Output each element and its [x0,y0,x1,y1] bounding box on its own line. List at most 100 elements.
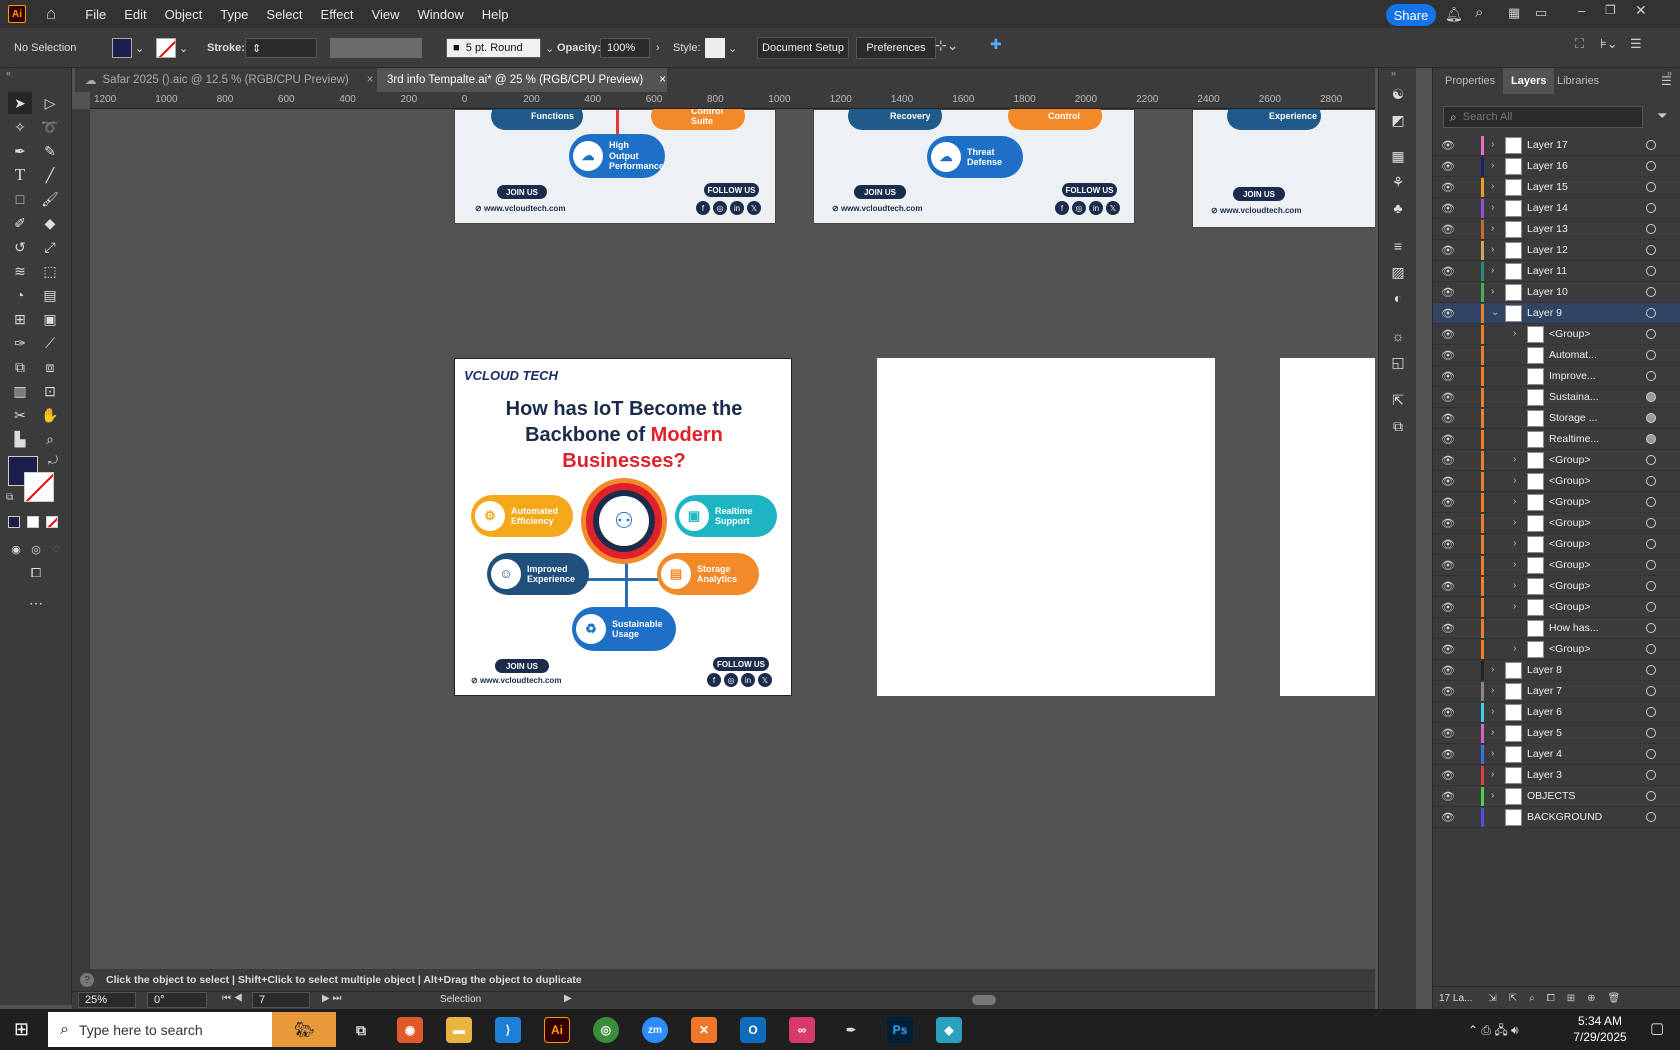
windows-start-icon[interactable]: ⊞ [14,1019,29,1040]
layer-target-icon[interactable] [1646,581,1656,591]
chevron-down-icon[interactable]: ⌄ [1491,307,1499,318]
notifications-icon[interactable]: ▢ [1650,1019,1664,1037]
chevron-right-icon[interactable]: › [1491,223,1494,234]
layer-target-icon[interactable] [1646,161,1656,171]
layer-row[interactable]: 👁︎ Improve... [1433,366,1680,387]
scale-tool-icon[interactable]: ⤢ [38,236,62,258]
layer-row[interactable]: 👁︎ › <Group> [1433,555,1680,576]
layer-target-icon[interactable] [1646,329,1656,339]
gradient-panel-icon[interactable]: ▨ [1388,262,1408,282]
visibility-eye-icon[interactable]: 👁︎ [1441,622,1455,635]
layer-row[interactable]: 👁︎ › Layer 4 [1433,744,1680,765]
visibility-eye-icon[interactable]: 👁︎ [1441,790,1455,803]
visibility-eye-icon[interactable]: 👁︎ [1441,685,1455,698]
chevron-right-icon[interactable]: › [1491,706,1494,717]
artboard-top-2[interactable]: Recovery Control ☁ Threat Defense JOIN US… [813,109,1135,224]
layer-target-icon[interactable] [1646,791,1656,801]
tab-3rd-info-template[interactable]: 3rd info Tempalte.ai* @ 25 % (RGB/CPU Pr… [377,68,667,92]
layer-row[interactable]: 👁︎ Automat... [1433,345,1680,366]
selection-tool-icon[interactable]: ➤ [8,92,32,114]
type-tool-icon[interactable]: T [8,164,32,186]
color-panel-icon[interactable]: ☯ [1388,84,1408,104]
layer-row[interactable]: 👁︎ › Layer 17 [1433,135,1680,156]
paintbrush-tool-icon[interactable]: 🖌︎ [38,188,62,210]
tab-libraries[interactable]: Libraries [1549,68,1607,94]
layer-target-icon[interactable] [1646,224,1656,234]
locate-object-icon[interactable]: ⌕ [1529,993,1535,1004]
hand-tool-icon[interactable]: ✋ [38,404,62,426]
visibility-eye-icon[interactable]: 👁︎ [1441,307,1455,320]
artboard-top-1[interactable]: Functions Control Suite ☁ High Output Per… [454,109,776,224]
stroke-swatch[interactable] [156,38,176,58]
visibility-eye-icon[interactable]: 👁︎ [1441,727,1455,740]
menu-item-select[interactable]: Select [257,7,311,22]
xampp-icon[interactable]: ✕ [691,1017,717,1043]
layer-row[interactable]: 👁︎ › Layer 13 [1433,219,1680,240]
chevron-right-icon[interactable]: › [1491,181,1494,192]
menu-item-file[interactable]: File [76,7,115,22]
layer-target-icon[interactable] [1646,350,1656,360]
artboard-top-3[interactable]: Experience JOIN US ⊘ www.vcloudtech.com [1192,109,1375,228]
swap-colors-icon[interactable]: ⤾ [48,453,58,468]
layer-target-icon[interactable] [1646,392,1656,402]
mesh-tool-icon[interactable]: ⊞ [8,308,32,330]
make-clipping-mask-icon[interactable]: ⧠ [1547,993,1555,1004]
transparency-icon[interactable]: ◐ [1388,288,1408,308]
layer-target-icon[interactable] [1646,644,1656,654]
layer-row[interactable]: 👁︎ › Layer 12 [1433,240,1680,261]
chevron-right-icon[interactable]: › [1513,538,1516,549]
default-colors-icon[interactable]: ⧉ [6,492,13,503]
chevron-right-icon[interactable]: › [1491,790,1494,801]
layer-target-icon[interactable] [1646,308,1656,318]
visibility-eye-icon[interactable]: 👁︎ [1441,664,1455,677]
next-artboard-icon[interactable]: ▶ ⏭ [322,993,341,1004]
layer-row[interactable]: 👁︎ › <Group> [1433,597,1680,618]
symbol-sprayer-tool-icon[interactable]: ⧈ [38,356,62,378]
visibility-eye-icon[interactable]: 👁︎ [1441,601,1455,614]
chevron-right-icon[interactable]: › [1491,139,1494,150]
layer-row[interactable]: 👁︎ › <Group> [1433,513,1680,534]
column-graph-tool-icon[interactable]: ▥ [8,380,32,402]
distribute-icon[interactable]: ⊧⌄ [1600,36,1618,52]
visibility-eye-icon[interactable]: 👁︎ [1441,202,1455,215]
bell-icon[interactable]: 🔔︎ [1445,6,1463,23]
zoom-app-icon[interactable]: zm [642,1017,668,1043]
menu-item-effect[interactable]: Effect [312,7,363,22]
artboard-blank-2[interactable] [1280,358,1375,696]
layers-search[interactable]: ⌕ [1443,106,1643,128]
layer-row[interactable]: 👁︎ Storage ... [1433,408,1680,429]
artboard-tool-icon[interactable]: ⊡ [38,380,62,402]
variable-width-profile[interactable] [330,38,422,58]
visibility-eye-icon[interactable]: 👁︎ [1441,559,1455,572]
layer-target-icon[interactable] [1646,686,1656,696]
visibility-eye-icon[interactable]: 👁︎ [1441,580,1455,593]
visibility-eye-icon[interactable]: 👁︎ [1441,160,1455,173]
layer-row[interactable]: 👁︎ Sustaina... [1433,387,1680,408]
app-icon[interactable]: ◆ [936,1017,962,1043]
layer-row[interactable]: 👁︎ › OBJECTS [1433,786,1680,807]
new-sublayer-icon[interactable]: ⊞ [1567,993,1575,1004]
layer-target-icon[interactable] [1646,476,1656,486]
style-swatch[interactable] [705,38,725,58]
export-icon[interactable]: ⇱ [1509,993,1517,1004]
swatches-icon[interactable]: ▦ [1388,146,1408,166]
chevron-right-icon[interactable]: › [1513,475,1516,486]
layer-target-icon[interactable] [1646,539,1656,549]
layer-row[interactable]: 👁︎ › Layer 6 [1433,702,1680,723]
options-menu-icon[interactable]: ☰ [1630,36,1642,52]
visibility-eye-icon[interactable]: 👁︎ [1441,370,1455,383]
stroke-color-swatch[interactable] [24,472,54,502]
layer-target-icon[interactable] [1646,665,1656,675]
visibility-eye-icon[interactable]: 👁︎ [1441,223,1455,236]
export-icon[interactable]: ⇱ [1388,390,1408,410]
layer-target-icon[interactable] [1646,707,1656,717]
layer-target-icon[interactable] [1646,749,1656,759]
restore-icon[interactable]: ❐ [1605,3,1616,17]
delete-layer-icon[interactable]: 🗑︎ [1608,993,1621,1004]
menu-item-window[interactable]: Window [409,7,473,22]
chevron-down-icon[interactable]: ⌄ [545,42,554,55]
artboard-main[interactable]: VCLOUD TECH How has IoT Become the Backb… [454,358,792,696]
visibility-eye-icon[interactable]: 👁︎ [1441,475,1455,488]
layer-row[interactable]: 👁︎ › Layer 7 [1433,681,1680,702]
close-icon[interactable]: ✕ [1635,2,1647,19]
